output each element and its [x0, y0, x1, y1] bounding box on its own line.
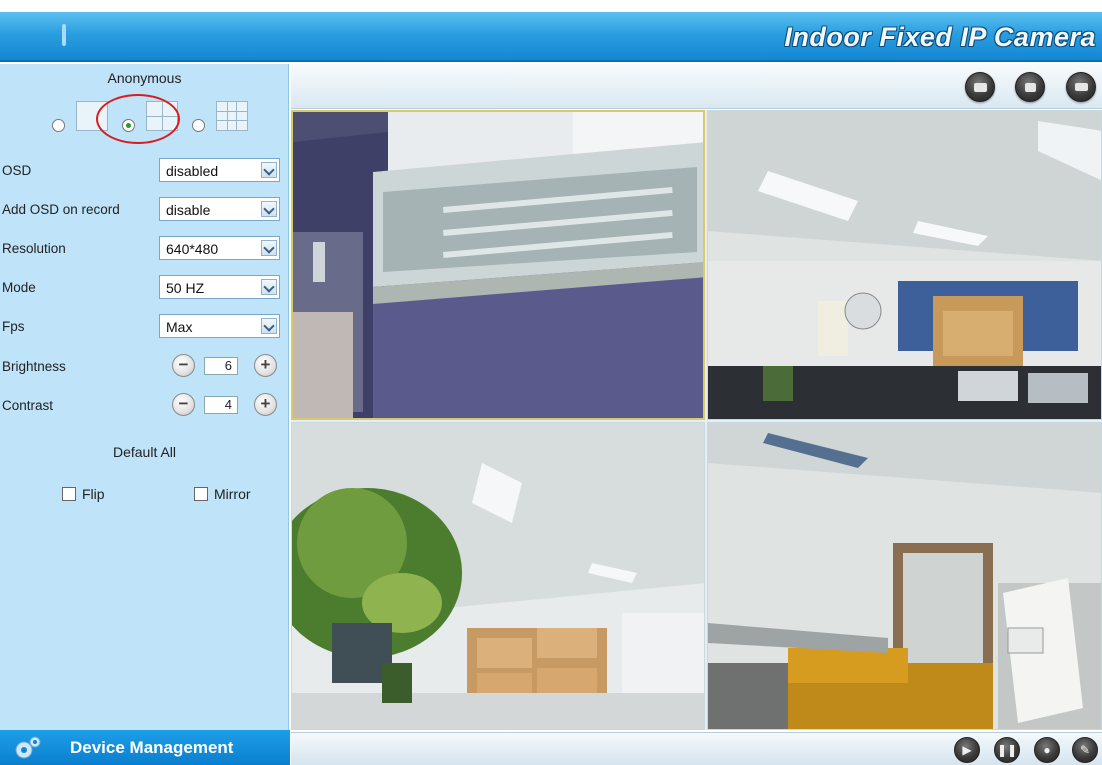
- contrast-value[interactable]: 4: [204, 396, 238, 414]
- app-title: Indoor Fixed IP Camera: [784, 22, 1096, 52]
- device-management-button[interactable]: Device Management: [0, 730, 290, 765]
- chevron-down-icon[interactable]: [261, 162, 277, 178]
- mode-select[interactable]: 50 HZ: [159, 275, 280, 299]
- camera-view-2: [708, 111, 1101, 419]
- brightness-plus-button[interactable]: +: [254, 354, 277, 377]
- stop-icon[interactable]: ❚❚: [994, 737, 1020, 763]
- default-all-button[interactable]: Default All: [0, 444, 289, 460]
- record-icon[interactable]: [1015, 72, 1045, 102]
- top-banner: Indoor Fixed IP Camera: [0, 12, 1102, 62]
- chevron-down-icon[interactable]: [261, 240, 277, 256]
- contrast-plus-button[interactable]: +: [254, 393, 277, 416]
- mirror-checkbox[interactable]: [194, 487, 208, 501]
- resolution-row: Resolution 640*480: [2, 236, 284, 262]
- contrast-row: Contrast − 4 +: [2, 393, 284, 419]
- camera-view-3: [292, 423, 704, 729]
- fullscreen-icon[interactable]: [1066, 72, 1096, 102]
- snapshot-icon[interactable]: [965, 72, 995, 102]
- osd-label: OSD: [2, 163, 32, 178]
- brightness-minus-button[interactable]: −: [172, 354, 195, 377]
- resolution-select[interactable]: 640*480: [159, 236, 280, 260]
- mirror-label: Mirror: [214, 486, 251, 502]
- camera-view-1: [293, 112, 703, 418]
- layout-9-icon: [216, 101, 248, 131]
- fps-value: Max: [166, 319, 193, 335]
- fps-row: Fps Max: [2, 314, 284, 340]
- contrast-stepper: − 4 +: [166, 392, 284, 418]
- video-feed-3[interactable]: [291, 422, 705, 730]
- mode-label: Mode: [2, 280, 36, 295]
- brightness-row: Brightness − 6 +: [2, 354, 284, 380]
- mode-row: Mode 50 HZ: [2, 275, 284, 301]
- layout-1-radio[interactable]: [52, 119, 65, 132]
- flip-option[interactable]: Flip: [62, 485, 142, 505]
- video-feed-1[interactable]: [291, 110, 705, 420]
- flip-label: Flip: [82, 486, 105, 502]
- camera-view-4: [708, 423, 1101, 729]
- osd-select[interactable]: disabled: [159, 158, 280, 182]
- osd-record-label: Add OSD on record: [2, 202, 120, 217]
- brightness-value[interactable]: 6: [204, 357, 238, 375]
- settings-panel: Anonymous OSD disabled Add OSD on record…: [0, 64, 289, 730]
- playback-controls: ▶ ❚❚ ● ✎: [291, 732, 1102, 765]
- mode-value: 50 HZ: [166, 280, 205, 296]
- mirror-option[interactable]: Mirror: [194, 485, 274, 505]
- chevron-down-icon[interactable]: [261, 279, 277, 295]
- osd-record-row: Add OSD on record disable: [2, 197, 284, 223]
- audio-icon[interactable]: ✎: [1072, 737, 1098, 763]
- video-feed-4[interactable]: [707, 422, 1102, 730]
- brightness-stepper: − 6 +: [166, 353, 284, 379]
- brightness-label: Brightness: [2, 359, 66, 374]
- osd-row: OSD disabled: [2, 158, 284, 184]
- user-name: Anonymous: [107, 70, 182, 86]
- fps-select[interactable]: Max: [159, 314, 280, 338]
- osd-record-select[interactable]: disable: [159, 197, 280, 221]
- chevron-down-icon[interactable]: [261, 318, 277, 334]
- gear-icon: [15, 736, 41, 759]
- video-feed-2[interactable]: [707, 110, 1102, 420]
- resolution-value: 640*480: [166, 241, 219, 257]
- device-management-label: Device Management: [70, 738, 234, 757]
- layout-9-radio[interactable]: [192, 119, 205, 132]
- flip-checkbox[interactable]: [62, 487, 76, 501]
- resolution-label: Resolution: [2, 241, 66, 256]
- highlight-circle: [96, 94, 180, 144]
- chevron-down-icon[interactable]: [261, 201, 277, 217]
- fps-label: Fps: [2, 319, 25, 334]
- talk-icon[interactable]: ●: [1034, 737, 1060, 763]
- contrast-label: Contrast: [2, 398, 54, 413]
- video-toolbar: [291, 64, 1102, 109]
- play-icon[interactable]: ▶: [954, 737, 980, 763]
- contrast-minus-button[interactable]: −: [172, 393, 195, 416]
- banner-mark: [62, 24, 66, 46]
- osd-record-value: disable: [166, 202, 211, 218]
- video-grid: [291, 110, 1102, 730]
- osd-value: disabled: [166, 163, 219, 179]
